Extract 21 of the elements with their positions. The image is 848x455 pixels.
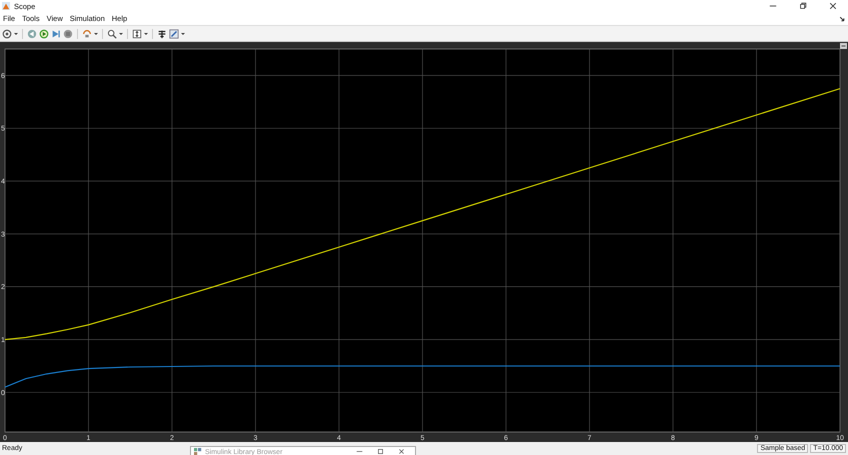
- settings-icon[interactable]: [2, 28, 12, 38]
- caret-icon[interactable]: [181, 32, 185, 36]
- app-icon: [194, 448, 202, 455]
- run-icon[interactable]: [39, 28, 49, 38]
- caret-icon[interactable]: [144, 32, 148, 36]
- fit-icon[interactable]: [132, 28, 142, 38]
- stop-icon[interactable]: [63, 28, 73, 38]
- close-icon[interactable]: [829, 2, 837, 10]
- step-forward-icon[interactable]: [51, 28, 61, 38]
- caret-icon[interactable]: [94, 32, 98, 36]
- caret-icon[interactable]: [14, 32, 18, 36]
- pencil-icon[interactable]: [169, 28, 179, 38]
- app-icon: [2, 2, 10, 10]
- maximize-icon[interactable]: [377, 448, 384, 455]
- restore-icon[interactable]: [799, 2, 807, 10]
- zoom-icon[interactable]: [107, 28, 117, 38]
- close-icon[interactable]: [398, 448, 405, 455]
- minimize-icon[interactable]: [356, 448, 363, 455]
- undock-icon[interactable]: [839, 16, 845, 22]
- scroll-button[interactable]: [840, 43, 847, 49]
- caret-icon[interactable]: [119, 32, 123, 36]
